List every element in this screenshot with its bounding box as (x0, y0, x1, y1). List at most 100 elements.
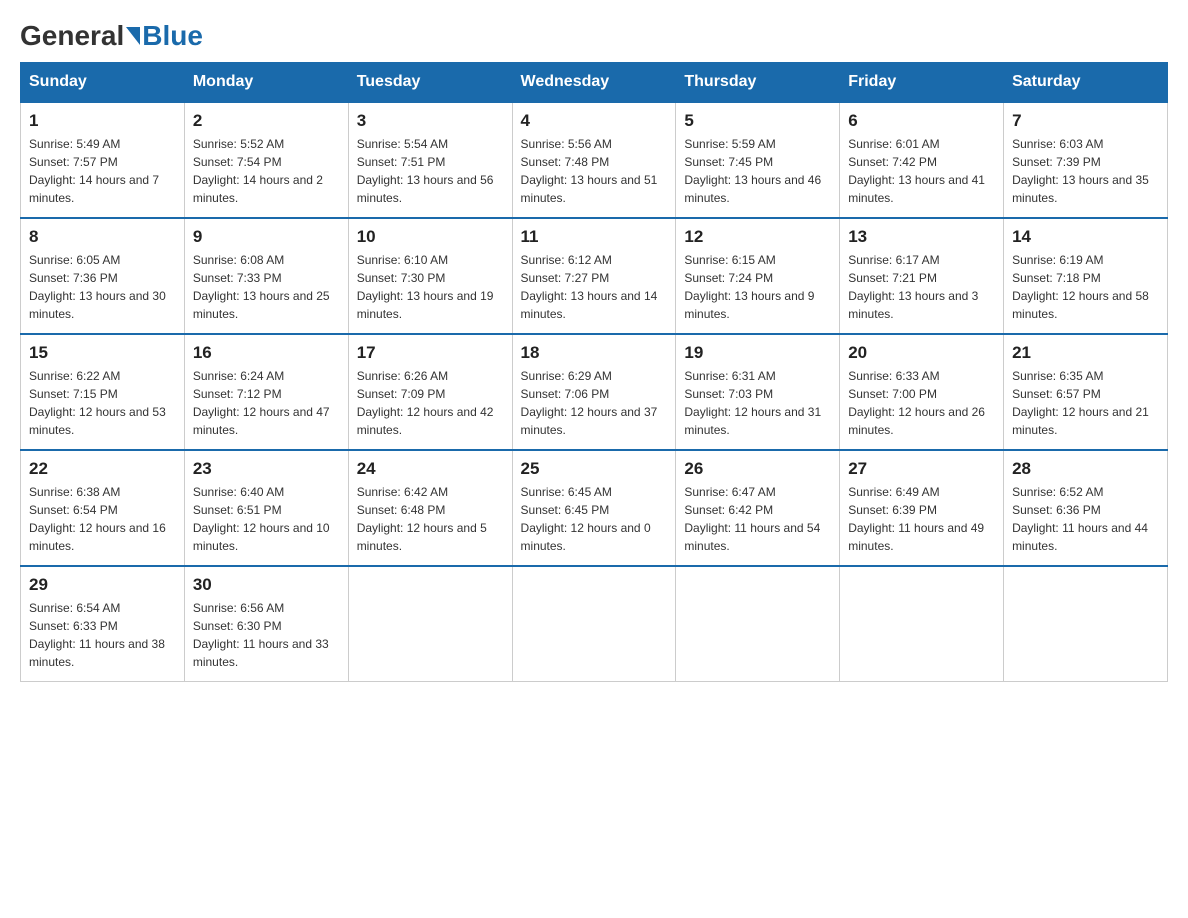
day-info: Sunrise: 6:47 AMSunset: 6:42 PMDaylight:… (684, 483, 831, 555)
day-number: 17 (357, 343, 504, 363)
calendar-cell: 16 Sunrise: 6:24 AMSunset: 7:12 PMDayligh… (184, 334, 348, 450)
calendar-cell: 7 Sunrise: 6:03 AMSunset: 7:39 PMDaylight… (1004, 102, 1168, 218)
calendar-header-row: SundayMondayTuesdayWednesdayThursdayFrid… (21, 63, 1168, 103)
calendar-week-row: 1 Sunrise: 5:49 AMSunset: 7:57 PMDaylight… (21, 102, 1168, 218)
day-number: 28 (1012, 459, 1159, 479)
day-number: 7 (1012, 111, 1159, 131)
day-number: 4 (521, 111, 668, 131)
day-info: Sunrise: 6:01 AMSunset: 7:42 PMDaylight:… (848, 135, 995, 207)
day-number: 11 (521, 227, 668, 247)
day-number: 19 (684, 343, 831, 363)
day-info: Sunrise: 6:22 AMSunset: 7:15 PMDaylight:… (29, 367, 176, 439)
calendar-cell (840, 566, 1004, 682)
day-info: Sunrise: 6:54 AMSunset: 6:33 PMDaylight:… (29, 599, 176, 671)
calendar-cell: 8 Sunrise: 6:05 AMSunset: 7:36 PMDaylight… (21, 218, 185, 334)
calendar-cell: 5 Sunrise: 5:59 AMSunset: 7:45 PMDaylight… (676, 102, 840, 218)
day-info: Sunrise: 6:10 AMSunset: 7:30 PMDaylight:… (357, 251, 504, 323)
day-info: Sunrise: 6:35 AMSunset: 6:57 PMDaylight:… (1012, 367, 1159, 439)
day-number: 8 (29, 227, 176, 247)
calendar-cell: 20Sunrise: 6:33 AMSunset: 7:00 PMDayligh… (840, 334, 1004, 450)
calendar-cell: 15 Sunrise: 6:22 AMSunset: 7:15 PMDayligh… (21, 334, 185, 450)
day-number: 13 (848, 227, 995, 247)
day-info: Sunrise: 5:52 AMSunset: 7:54 PMDaylight:… (193, 135, 340, 207)
day-info: Sunrise: 6:56 AMSunset: 6:30 PMDaylight:… (193, 599, 340, 671)
day-number: 14 (1012, 227, 1159, 247)
logo-triangle-icon (126, 27, 140, 45)
day-number: 12 (684, 227, 831, 247)
day-number: 30 (193, 575, 340, 595)
day-number: 22 (29, 459, 176, 479)
calendar-cell: 25 Sunrise: 6:45 AMSunset: 6:45 PMDayligh… (512, 450, 676, 566)
day-number: 16 (193, 343, 340, 363)
calendar-cell: 26 Sunrise: 6:47 AMSunset: 6:42 PMDayligh… (676, 450, 840, 566)
day-info: Sunrise: 6:26 AMSunset: 7:09 PMDaylight:… (357, 367, 504, 439)
day-number: 3 (357, 111, 504, 131)
calendar-cell (512, 566, 676, 682)
calendar-cell (1004, 566, 1168, 682)
calendar-week-row: 8 Sunrise: 6:05 AMSunset: 7:36 PMDaylight… (21, 218, 1168, 334)
calendar-cell: 9 Sunrise: 6:08 AMSunset: 7:33 PMDaylight… (184, 218, 348, 334)
day-number: 10 (357, 227, 504, 247)
day-info: Sunrise: 6:08 AMSunset: 7:33 PMDaylight:… (193, 251, 340, 323)
logo-blue-text: Blue (142, 20, 203, 52)
day-number: 20 (848, 343, 995, 363)
day-info: Sunrise: 6:38 AMSunset: 6:54 PMDaylight:… (29, 483, 176, 555)
day-number: 2 (193, 111, 340, 131)
day-number: 6 (848, 111, 995, 131)
calendar-cell: 23 Sunrise: 6:40 AMSunset: 6:51 PMDayligh… (184, 450, 348, 566)
calendar-cell: 19 Sunrise: 6:31 AMSunset: 7:03 PMDayligh… (676, 334, 840, 450)
calendar-week-row: 22 Sunrise: 6:38 AMSunset: 6:54 PMDayligh… (21, 450, 1168, 566)
calendar-header-monday: Monday (184, 63, 348, 103)
calendar-header-sunday: Sunday (21, 63, 185, 103)
day-number: 5 (684, 111, 831, 131)
day-number: 23 (193, 459, 340, 479)
day-info: Sunrise: 5:59 AMSunset: 7:45 PMDaylight:… (684, 135, 831, 207)
calendar-cell: 18 Sunrise: 6:29 AMSunset: 7:06 PMDayligh… (512, 334, 676, 450)
calendar-cell: 1 Sunrise: 5:49 AMSunset: 7:57 PMDaylight… (21, 102, 185, 218)
logo-general-text: General (20, 20, 124, 52)
day-number: 27 (848, 459, 995, 479)
day-number: 21 (1012, 343, 1159, 363)
day-info: Sunrise: 6:45 AMSunset: 6:45 PMDaylight:… (521, 483, 668, 555)
day-info: Sunrise: 6:42 AMSunset: 6:48 PMDaylight:… (357, 483, 504, 555)
day-info: Sunrise: 6:24 AMSunset: 7:12 PMDaylight:… (193, 367, 340, 439)
calendar-cell: 27Sunrise: 6:49 AMSunset: 6:39 PMDayligh… (840, 450, 1004, 566)
calendar-cell: 22 Sunrise: 6:38 AMSunset: 6:54 PMDayligh… (21, 450, 185, 566)
day-info: Sunrise: 6:52 AMSunset: 6:36 PMDaylight:… (1012, 483, 1159, 555)
day-info: Sunrise: 6:05 AMSunset: 7:36 PMDaylight:… (29, 251, 176, 323)
day-info: Sunrise: 6:40 AMSunset: 6:51 PMDaylight:… (193, 483, 340, 555)
calendar-cell: 11Sunrise: 6:12 AMSunset: 7:27 PMDayligh… (512, 218, 676, 334)
calendar-cell: 14 Sunrise: 6:19 AMSunset: 7:18 PMDayligh… (1004, 218, 1168, 334)
calendar-cell: 6 Sunrise: 6:01 AMSunset: 7:42 PMDaylight… (840, 102, 1004, 218)
day-number: 25 (521, 459, 668, 479)
day-number: 29 (29, 575, 176, 595)
day-info: Sunrise: 6:29 AMSunset: 7:06 PMDaylight:… (521, 367, 668, 439)
day-number: 15 (29, 343, 176, 363)
day-info: Sunrise: 6:03 AMSunset: 7:39 PMDaylight:… (1012, 135, 1159, 207)
day-info: Sunrise: 6:19 AMSunset: 7:18 PMDaylight:… (1012, 251, 1159, 323)
calendar-header-friday: Friday (840, 63, 1004, 103)
day-number: 24 (357, 459, 504, 479)
page-header: General Blue (20, 20, 1168, 52)
calendar-week-row: 15 Sunrise: 6:22 AMSunset: 7:15 PMDayligh… (21, 334, 1168, 450)
day-info: Sunrise: 6:15 AMSunset: 7:24 PMDaylight:… (684, 251, 831, 323)
calendar-table: SundayMondayTuesdayWednesdayThursdayFrid… (20, 62, 1168, 682)
day-info: Sunrise: 5:56 AMSunset: 7:48 PMDaylight:… (521, 135, 668, 207)
calendar-header-wednesday: Wednesday (512, 63, 676, 103)
calendar-cell: 2 Sunrise: 5:52 AMSunset: 7:54 PMDaylight… (184, 102, 348, 218)
day-info: Sunrise: 5:54 AMSunset: 7:51 PMDaylight:… (357, 135, 504, 207)
calendar-cell: 3 Sunrise: 5:54 AMSunset: 7:51 PMDaylight… (348, 102, 512, 218)
calendar-cell (348, 566, 512, 682)
day-info: Sunrise: 5:49 AMSunset: 7:57 PMDaylight:… (29, 135, 176, 207)
day-info: Sunrise: 6:31 AMSunset: 7:03 PMDaylight:… (684, 367, 831, 439)
calendar-cell: 13 Sunrise: 6:17 AMSunset: 7:21 PMDayligh… (840, 218, 1004, 334)
calendar-cell: 12 Sunrise: 6:15 AMSunset: 7:24 PMDayligh… (676, 218, 840, 334)
calendar-cell: 21 Sunrise: 6:35 AMSunset: 6:57 PMDayligh… (1004, 334, 1168, 450)
day-number: 18 (521, 343, 668, 363)
day-number: 9 (193, 227, 340, 247)
day-info: Sunrise: 6:17 AMSunset: 7:21 PMDaylight:… (848, 251, 995, 323)
calendar-header-tuesday: Tuesday (348, 63, 512, 103)
day-number: 1 (29, 111, 176, 131)
day-number: 26 (684, 459, 831, 479)
calendar-header-thursday: Thursday (676, 63, 840, 103)
